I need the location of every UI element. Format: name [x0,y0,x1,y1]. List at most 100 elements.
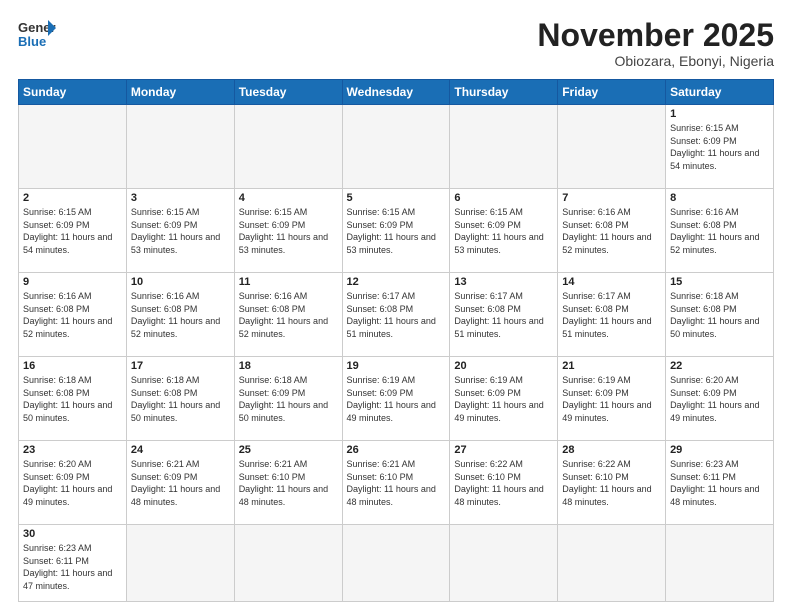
day-info: Sunrise: 6:16 AM Sunset: 6:08 PM Dayligh… [239,290,338,340]
day-number: 3 [131,192,230,204]
table-row [126,105,234,189]
table-row: 24 Sunrise: 6:21 AM Sunset: 6:09 PM Dayli… [126,441,234,525]
col-tuesday: Tuesday [234,80,342,105]
day-number: 16 [23,360,122,372]
title-block: November 2025 Obiozara, Ebonyi, Nigeria [537,18,774,69]
col-wednesday: Wednesday [342,80,450,105]
day-number: 23 [23,444,122,456]
day-info: Sunrise: 6:21 AM Sunset: 6:09 PM Dayligh… [131,458,230,508]
day-info: Sunrise: 6:15 AM Sunset: 6:09 PM Dayligh… [23,206,122,256]
table-row: 28Sunrise: 6:22 AM Sunset: 6:10 PM Dayli… [558,441,666,525]
table-row: 25Sunrise: 6:21 AM Sunset: 6:10 PM Dayli… [234,441,342,525]
col-sunday: Sunday [19,80,127,105]
day-info: Sunrise: 6:15 AM Sunset: 6:09 PM Dayligh… [670,122,769,172]
calendar-week-row: 2 Sunrise: 6:15 AM Sunset: 6:09 PM Daylig… [19,189,774,273]
col-monday: Monday [126,80,234,105]
day-number: 24 [131,444,230,456]
day-info: Sunrise: 6:23 AM Sunset: 6:11 PM Dayligh… [670,458,769,508]
table-row: 14Sunrise: 6:17 AM Sunset: 6:08 PM Dayli… [558,273,666,357]
calendar-week-row: 16Sunrise: 6:18 AM Sunset: 6:08 PM Dayli… [19,357,774,441]
svg-text:Blue: Blue [18,34,46,49]
day-info: Sunrise: 6:20 AM Sunset: 6:09 PM Dayligh… [670,374,769,424]
table-row: 26 Sunrise: 6:21 AM Sunset: 6:10 PM Dayli… [342,441,450,525]
table-row: 21Sunrise: 6:19 AM Sunset: 6:09 PM Dayli… [558,357,666,441]
day-number: 30 [23,528,122,540]
subtitle: Obiozara, Ebonyi, Nigeria [537,53,774,69]
table-row: 1 Sunrise: 6:15 AM Sunset: 6:09 PM Daylig… [666,105,774,189]
day-number: 22 [670,360,769,372]
day-number: 29 [670,444,769,456]
day-info: Sunrise: 6:21 AM Sunset: 6:10 PM Dayligh… [239,458,338,508]
table-row: 29 Sunrise: 6:23 AM Sunset: 6:11 PM Dayli… [666,441,774,525]
table-row: 12Sunrise: 6:17 AM Sunset: 6:08 PM Dayli… [342,273,450,357]
calendar-week-row: 30Sunrise: 6:23 AM Sunset: 6:11 PM Dayli… [19,525,774,602]
header: General Blue November 2025 Obiozara, Ebo… [18,18,774,69]
col-thursday: Thursday [450,80,558,105]
table-row: 17Sunrise: 6:18 AM Sunset: 6:08 PM Dayli… [126,357,234,441]
table-row: 13Sunrise: 6:17 AM Sunset: 6:08 PM Dayli… [450,273,558,357]
day-info: Sunrise: 6:17 AM Sunset: 6:08 PM Dayligh… [347,290,446,340]
table-row: 16Sunrise: 6:18 AM Sunset: 6:08 PM Dayli… [19,357,127,441]
table-row: 9 Sunrise: 6:16 AM Sunset: 6:08 PM Daylig… [19,273,127,357]
day-number: 8 [670,192,769,204]
table-row: 22 Sunrise: 6:20 AM Sunset: 6:09 PM Dayli… [666,357,774,441]
day-number: 17 [131,360,230,372]
table-row: 23 Sunrise: 6:20 AM Sunset: 6:09 PM Dayli… [19,441,127,525]
day-number: 19 [347,360,446,372]
day-number: 1 [670,108,769,120]
day-number: 27 [454,444,553,456]
calendar-week-row: 1 Sunrise: 6:15 AM Sunset: 6:09 PM Daylig… [19,105,774,189]
table-row: 5Sunrise: 6:15 AM Sunset: 6:09 PM Daylig… [342,189,450,273]
day-info: Sunrise: 6:17 AM Sunset: 6:08 PM Dayligh… [562,290,661,340]
day-info: Sunrise: 6:18 AM Sunset: 6:09 PM Dayligh… [239,374,338,424]
day-info: Sunrise: 6:20 AM Sunset: 6:09 PM Dayligh… [23,458,122,508]
day-number: 13 [454,276,553,288]
day-number: 6 [454,192,553,204]
table-row [666,525,774,602]
day-info: Sunrise: 6:16 AM Sunset: 6:08 PM Dayligh… [23,290,122,340]
table-row: 11Sunrise: 6:16 AM Sunset: 6:08 PM Dayli… [234,273,342,357]
day-info: Sunrise: 6:19 AM Sunset: 6:09 PM Dayligh… [562,374,661,424]
day-info: Sunrise: 6:18 AM Sunset: 6:08 PM Dayligh… [670,290,769,340]
day-info: Sunrise: 6:22 AM Sunset: 6:10 PM Dayligh… [454,458,553,508]
day-number: 4 [239,192,338,204]
table-row [234,525,342,602]
table-row: 3 Sunrise: 6:15 AM Sunset: 6:09 PM Daylig… [126,189,234,273]
day-info: Sunrise: 6:16 AM Sunset: 6:08 PM Dayligh… [131,290,230,340]
table-row: 4 Sunrise: 6:15 AM Sunset: 6:09 PM Daylig… [234,189,342,273]
calendar-table: Sunday Monday Tuesday Wednesday Thursday… [18,79,774,602]
table-row [19,105,127,189]
table-row [558,525,666,602]
table-row: 27 Sunrise: 6:22 AM Sunset: 6:10 PM Dayli… [450,441,558,525]
day-info: Sunrise: 6:15 AM Sunset: 6:09 PM Dayligh… [131,206,230,256]
table-row: 20Sunrise: 6:19 AM Sunset: 6:09 PM Dayli… [450,357,558,441]
day-number: 9 [23,276,122,288]
table-row: 6 Sunrise: 6:15 AM Sunset: 6:09 PM Daylig… [450,189,558,273]
page: General Blue November 2025 Obiozara, Ebo… [0,0,792,612]
col-friday: Friday [558,80,666,105]
day-info: Sunrise: 6:22 AM Sunset: 6:10 PM Dayligh… [562,458,661,508]
table-row: 10 Sunrise: 6:16 AM Sunset: 6:08 PM Dayli… [126,273,234,357]
month-title: November 2025 [537,18,774,53]
day-info: Sunrise: 6:15 AM Sunset: 6:09 PM Dayligh… [454,206,553,256]
day-number: 2 [23,192,122,204]
table-row [450,105,558,189]
day-number: 18 [239,360,338,372]
day-info: Sunrise: 6:15 AM Sunset: 6:09 PM Dayligh… [347,206,446,256]
day-number: 26 [347,444,446,456]
day-number: 10 [131,276,230,288]
table-row [450,525,558,602]
logo: General Blue [18,18,56,50]
table-row: 8Sunrise: 6:16 AM Sunset: 6:08 PM Daylig… [666,189,774,273]
day-info: Sunrise: 6:19 AM Sunset: 6:09 PM Dayligh… [347,374,446,424]
logo-icon: General Blue [18,18,56,50]
table-row: 30Sunrise: 6:23 AM Sunset: 6:11 PM Dayli… [19,525,127,602]
day-info: Sunrise: 6:19 AM Sunset: 6:09 PM Dayligh… [454,374,553,424]
table-row [342,525,450,602]
day-number: 15 [670,276,769,288]
day-info: Sunrise: 6:15 AM Sunset: 6:09 PM Dayligh… [239,206,338,256]
calendar-week-row: 23 Sunrise: 6:20 AM Sunset: 6:09 PM Dayli… [19,441,774,525]
day-info: Sunrise: 6:21 AM Sunset: 6:10 PM Dayligh… [347,458,446,508]
table-row: 15 Sunrise: 6:18 AM Sunset: 6:08 PM Dayli… [666,273,774,357]
table-row [342,105,450,189]
